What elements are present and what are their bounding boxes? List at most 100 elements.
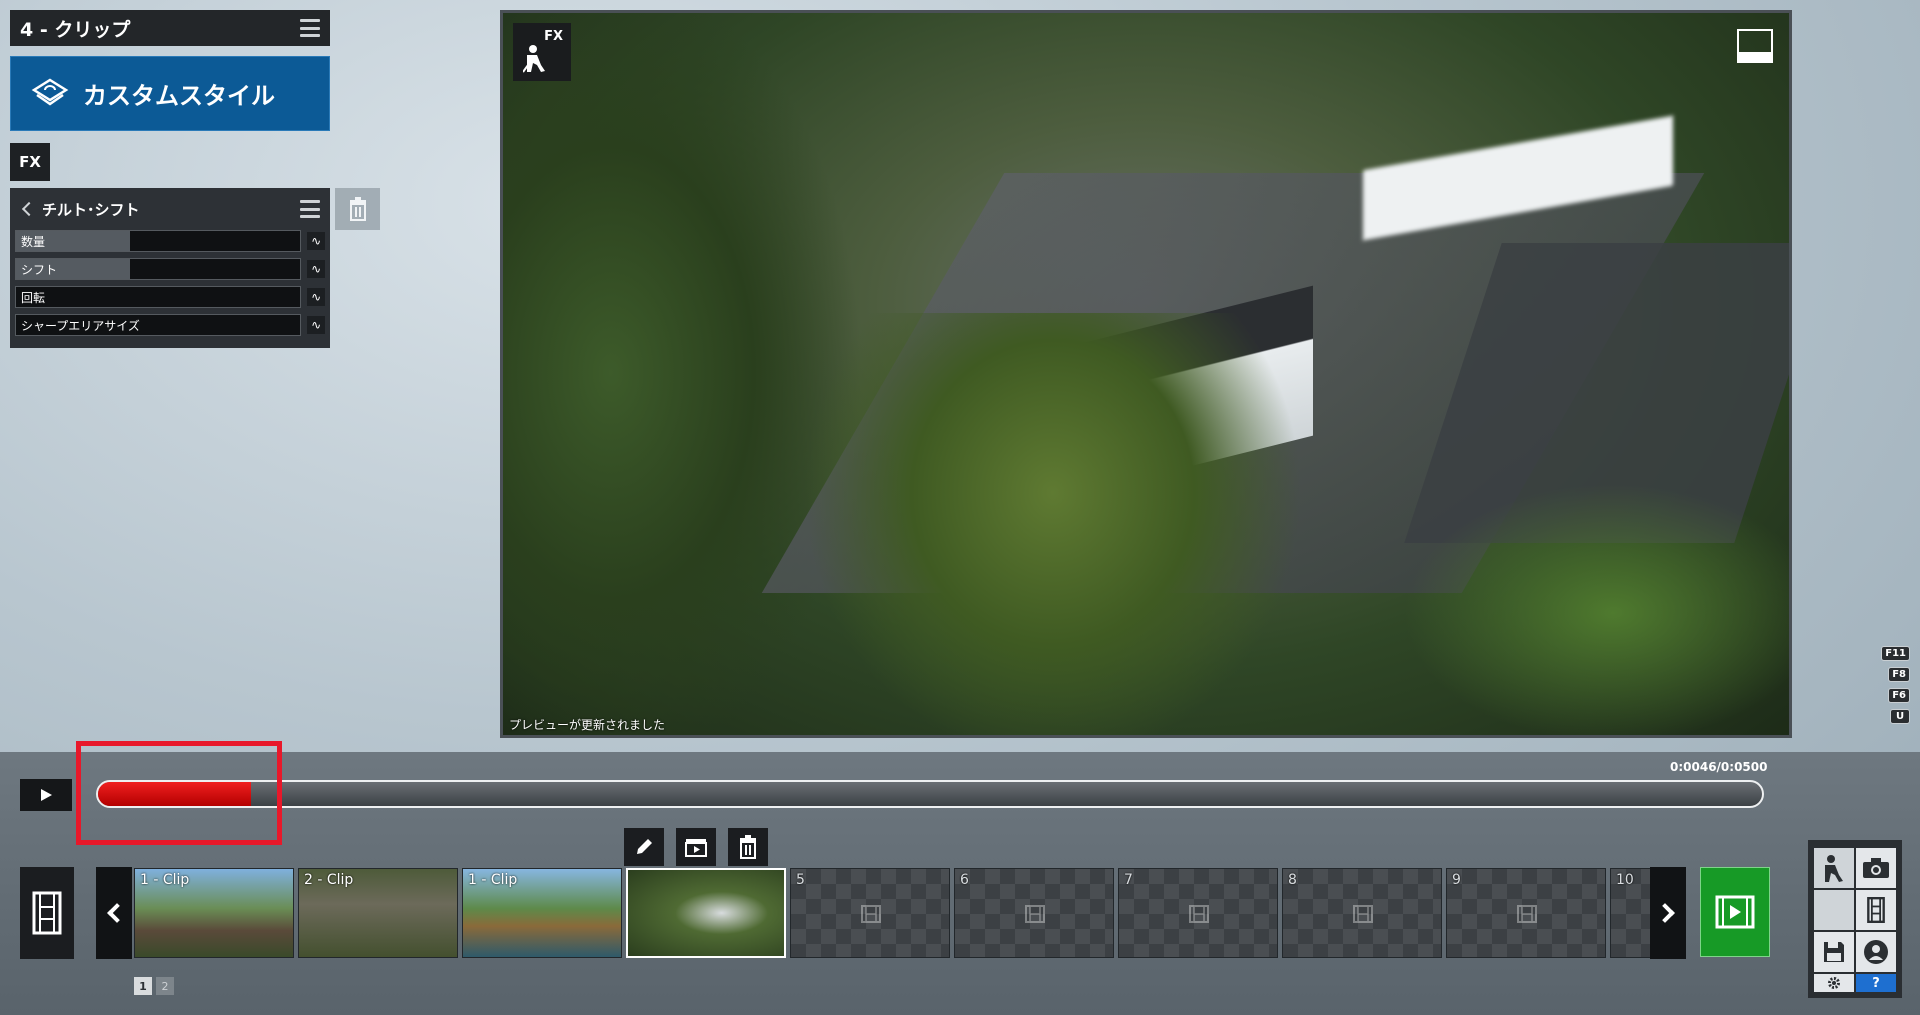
clip-header: 4 - クリップ [10,10,330,46]
clip-scroll-left-button[interactable] [96,867,132,959]
timeline-scrubber[interactable] [96,780,1764,808]
save-button[interactable] [1814,932,1854,972]
film-play-icon [1715,895,1755,929]
highlight-annotation [76,741,282,845]
clip-thumbnail[interactable]: 9 [1446,868,1606,958]
clip-label: 2 - Clip [304,872,354,888]
clip-label: 6 [960,872,969,888]
clip-label: 10 [1616,872,1634,888]
style-label: カスタムスタイル [83,82,275,110]
help-button[interactable]: ? [1856,974,1896,992]
mode-panel: ? [1808,840,1902,998]
param-slider[interactable]: シャープエリアサイズ [15,314,302,336]
play-button[interactable] [20,779,72,811]
trash-icon [349,197,366,221]
effect-panel: チルト･シフト 数量 ∿ シフト ∿ 回転 ∿ シャープエリアサイズ ∿ [10,188,330,348]
clip-pager: 1 2 [134,977,174,995]
gear-icon [1828,977,1840,989]
clip-label: 8 [1288,872,1297,888]
movie-mode-toggle[interactable] [1856,890,1896,930]
curve-icon[interactable]: ∿ [307,288,325,306]
param-label: シャープエリアサイズ [21,318,140,333]
clip-thumbnail[interactable]: 5 [790,868,950,958]
user-circle-icon [1864,940,1888,964]
chevron-left-icon [107,903,127,923]
fn-key-f8[interactable]: F8 [1888,667,1910,682]
delete-clip-button[interactable] [728,828,768,866]
chevron-right-icon [1655,903,1675,923]
film-strip-icon [1353,905,1373,923]
clip-scroll-right-button[interactable] [1650,867,1686,959]
render-preview[interactable]: FX プレビューが更新されました [500,10,1792,738]
clip-label: 7 [1124,872,1133,888]
clip-thumbnail[interactable] [626,868,786,958]
clip-thumbnail[interactable]: 6 [954,868,1114,958]
clip-label: 9 [1452,872,1461,888]
film-strip-icon [1867,897,1885,923]
fn-key-f11[interactable]: F11 [1881,646,1910,661]
aspect-ratio-icon[interactable] [1737,29,1773,63]
clip-thumbnail[interactable]: 1 - Clip [462,868,622,958]
style-layers-icon [31,78,69,106]
effect-name: チルト･シフト [42,200,140,219]
play-icon [41,789,52,801]
clip-thumbnail[interactable]: 7 [1118,868,1278,958]
style-banner[interactable]: カスタムスタイル [10,56,330,131]
fn-key-f6[interactable]: F6 [1888,688,1910,703]
clip-title: 4 - クリップ [20,18,131,41]
param-label: シフト [21,262,58,277]
time-readout: 0:0046/0:0500 [1670,760,1768,774]
param-label: 回転 [21,290,46,305]
param-slider[interactable]: シフト [15,258,302,280]
clip-thumbnail[interactable]: 10 [1610,868,1650,958]
curve-icon[interactable]: ∿ [307,232,325,250]
film-strip-icon [32,891,62,935]
clip-thumbnail[interactable]: 8 [1282,868,1442,958]
effect-param-row: 数量 ∿ [15,230,325,252]
clip-thumbnail[interactable]: 2 - Clip [298,868,458,958]
curve-icon[interactable]: ∿ [307,316,325,334]
curve-icon[interactable]: ∿ [307,260,325,278]
function-key-hints: F11 F8 F6 U [1881,646,1910,724]
trash-icon [740,835,756,859]
spacer-cell [1814,890,1854,930]
film-strip-icon [861,905,881,923]
effect-param-row: 回転 ∿ [15,286,325,308]
back-chevron-icon[interactable] [21,201,37,217]
effect-header: チルト･シフト [10,188,330,230]
page-2-button[interactable]: 2 [156,977,174,995]
param-slider[interactable]: 回転 [15,286,302,308]
effect-param-list: 数量 ∿ シフト ∿ 回転 ∿ シャープエリアサイズ ∿ [10,230,330,336]
clip-thumbnail[interactable]: 1 - Clip [134,868,294,958]
film-strip-icon [1025,905,1045,923]
worker-icon [1825,855,1843,882]
pencil-icon [637,839,652,854]
edit-clip-button[interactable] [624,828,664,866]
preview-fx-button[interactable]: FX [513,23,571,81]
clip-label: 1 - Clip [140,872,190,888]
effect-menu-icon[interactable] [300,200,320,218]
param-slider[interactable]: 数量 [15,230,302,252]
build-mode-button[interactable] [1814,848,1854,888]
profile-button[interactable] [1856,932,1896,972]
render-movie-button[interactable] [1700,867,1770,957]
floppy-disk-icon [1824,942,1844,962]
clip-tools [624,828,768,866]
fx-button[interactable]: FX [10,143,50,181]
photo-mode-button[interactable] [1856,848,1896,888]
delete-effect-button[interactable] [335,188,380,230]
clip-label: 1 - Clip [468,872,518,888]
camera-icon [1863,858,1889,878]
page-1-button[interactable]: 1 [134,977,152,995]
settings-button[interactable] [1814,974,1854,992]
clapper-play-icon [685,839,707,857]
clip-label: 5 [796,872,805,888]
fn-key-u[interactable]: U [1890,709,1910,724]
preview-clip-button[interactable] [676,828,716,866]
clip-menu-icon[interactable] [300,19,320,37]
film-strip-icon [1517,905,1537,923]
movie-mode-button[interactable] [20,867,74,959]
clip-strip: 1 - Clip 2 - Clip 1 - Clip 5 6 7 8 9 10 [134,868,1650,958]
film-strip-icon [1189,905,1209,923]
worker-icon [523,45,545,73]
